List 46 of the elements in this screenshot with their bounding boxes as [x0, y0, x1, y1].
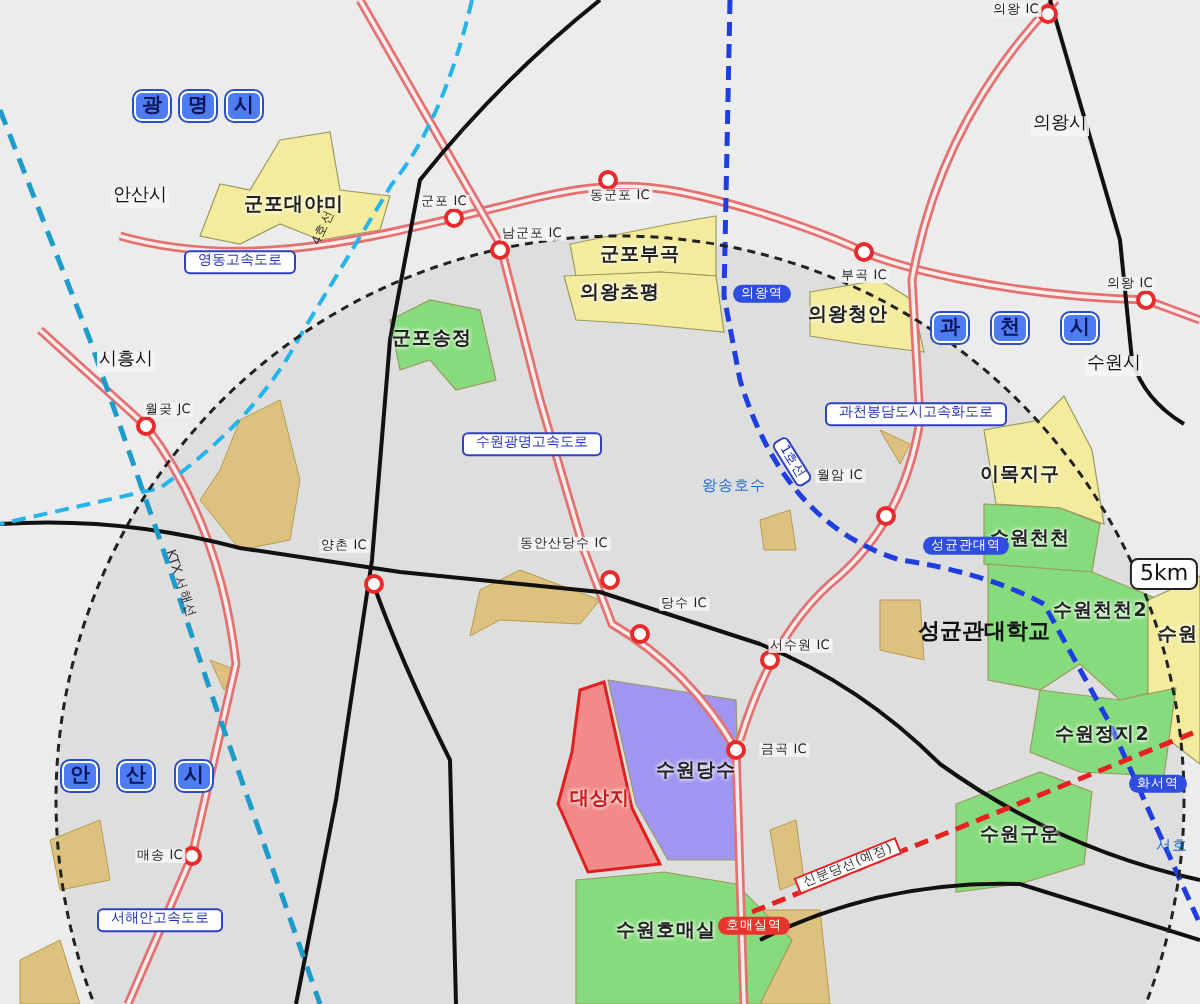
interchange-marker-icon — [760, 650, 780, 670]
zone-label: 의왕초평 — [580, 283, 660, 305]
city-name: 의왕시 — [1031, 116, 1089, 136]
interchange-marker-icon — [726, 740, 746, 760]
city-name-tile: 시 — [226, 91, 262, 121]
land-parcel — [209, 659, 237, 691]
interchange-marker-icon — [1038, 4, 1058, 24]
land-parcel — [469, 569, 601, 637]
zone-label: 대상지 — [570, 789, 630, 811]
zone-label: 의왕청안 — [808, 305, 888, 327]
city-name-tile: 시 — [1062, 313, 1098, 343]
land-parcel — [759, 509, 797, 551]
zone-label: 이목지구 — [980, 465, 1060, 487]
zone-label: 수원 — [1158, 625, 1198, 647]
interchange-marker-icon — [598, 170, 618, 190]
land-parcel — [49, 819, 111, 891]
city-name: 시흥시 — [97, 352, 155, 372]
zone-label: 수원호매실 — [616, 921, 716, 943]
zone-label: 수원구운 — [980, 825, 1060, 847]
city-name-tile: 천 — [992, 313, 1028, 343]
interchange-marker-icon — [136, 416, 156, 436]
interchange-marker-icon — [630, 624, 650, 644]
zone-label: 수원천천2 — [1053, 601, 1147, 623]
city-name-tile: 명 — [180, 91, 216, 121]
interchange-marker-icon — [490, 240, 510, 260]
interchange-marker-icon — [600, 570, 620, 590]
land-parcel — [879, 429, 911, 465]
land-parcel — [769, 819, 805, 891]
city-name-tile: 시 — [176, 761, 212, 791]
radius-label: 5km — [1129, 557, 1199, 591]
city-name-tile: 안 — [62, 761, 98, 791]
city-name: 안산시 — [111, 188, 169, 208]
interchange-marker-icon — [444, 208, 464, 228]
interchange-marker-icon — [1136, 290, 1156, 310]
interchange-marker-icon — [364, 574, 384, 594]
land-parcel — [19, 939, 81, 1004]
zone-label: 군포부곡 — [600, 245, 680, 267]
city-name: 수원시 — [1085, 356, 1143, 376]
interchange-marker-icon — [854, 242, 874, 262]
city-name-tile: 광 — [134, 91, 170, 121]
zone-label: 군포송정 — [392, 329, 472, 351]
interchange-marker-icon — [876, 506, 896, 526]
interchange-marker-icon — [182, 846, 202, 866]
city-name-tile: 산 — [118, 761, 154, 791]
city-name-tile: 과 — [932, 313, 968, 343]
place-label: 성균관대학교 — [918, 619, 1050, 645]
